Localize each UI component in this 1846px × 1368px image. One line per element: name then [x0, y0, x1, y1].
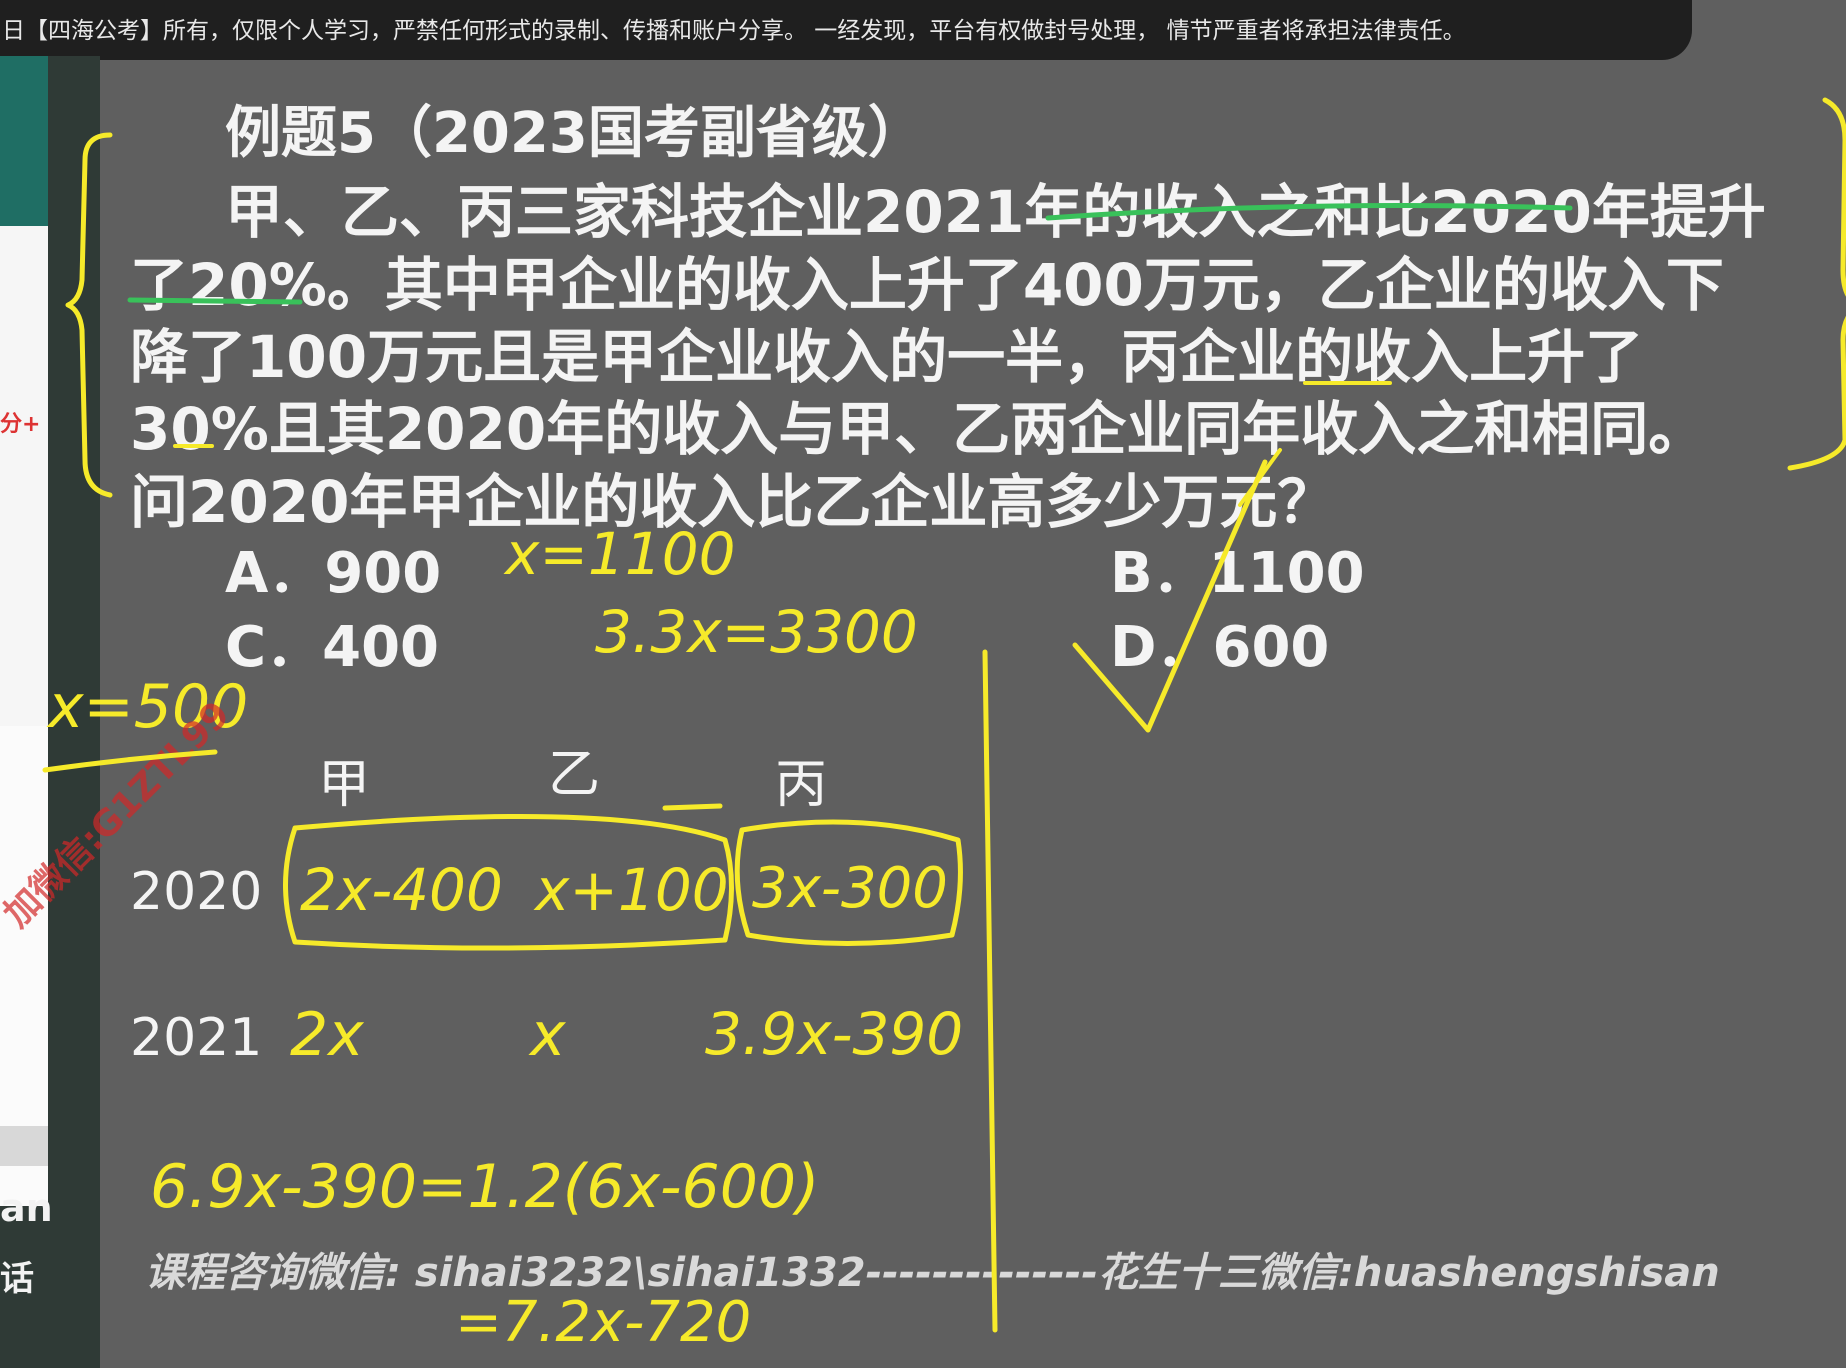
handwriting-overlay [42, 97, 1846, 1333]
group-ellipse-left [283, 813, 734, 951]
group-ellipse-right [734, 819, 963, 946]
right-brace [1787, 97, 1846, 471]
vertical-divider [982, 649, 998, 1333]
result-underline [42, 749, 218, 773]
equals-dash [662, 803, 723, 811]
answer-checkmark [1072, 459, 1268, 733]
underline-shouru-zhihe [1045, 203, 1573, 221]
strike-wan [1238, 448, 1282, 507]
underline-tisheng-20 [127, 297, 303, 305]
left-brace [65, 132, 113, 498]
